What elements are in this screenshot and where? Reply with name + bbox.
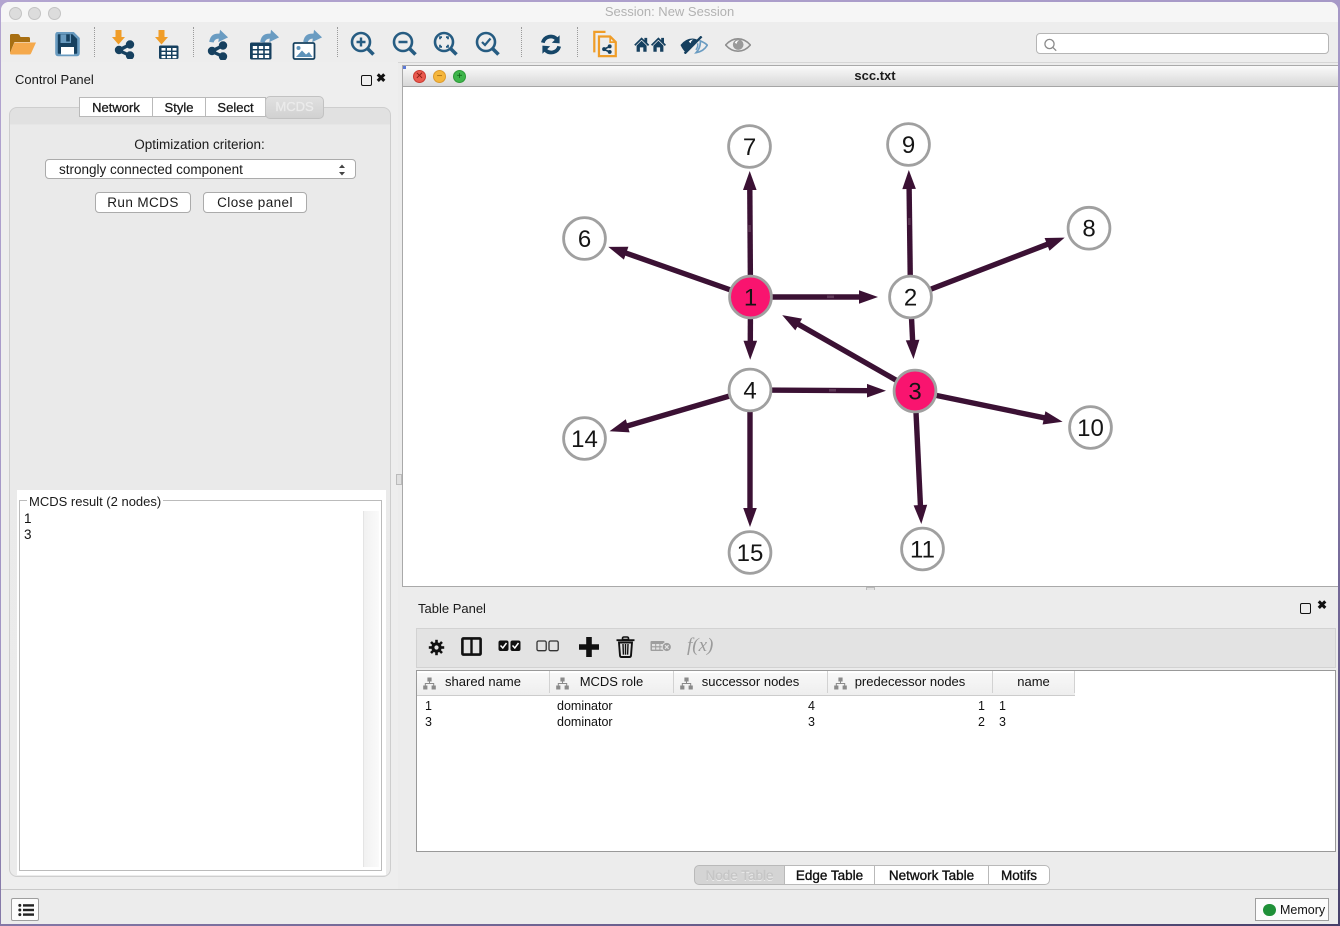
svg-text:2: 2 bbox=[904, 285, 917, 312]
svg-text:11: 11 bbox=[910, 537, 935, 564]
svg-text:4: 4 bbox=[743, 378, 756, 405]
svg-text:9: 9 bbox=[902, 132, 915, 159]
svg-text:15: 15 bbox=[737, 540, 764, 567]
svg-text:8: 8 bbox=[1082, 216, 1095, 243]
svg-text:1: 1 bbox=[744, 285, 757, 312]
svg-text:3: 3 bbox=[908, 379, 921, 406]
svg-text:7: 7 bbox=[743, 134, 756, 161]
svg-text:14: 14 bbox=[571, 426, 598, 453]
svg-text:10: 10 bbox=[1077, 415, 1104, 442]
svg-text:6: 6 bbox=[578, 226, 591, 253]
